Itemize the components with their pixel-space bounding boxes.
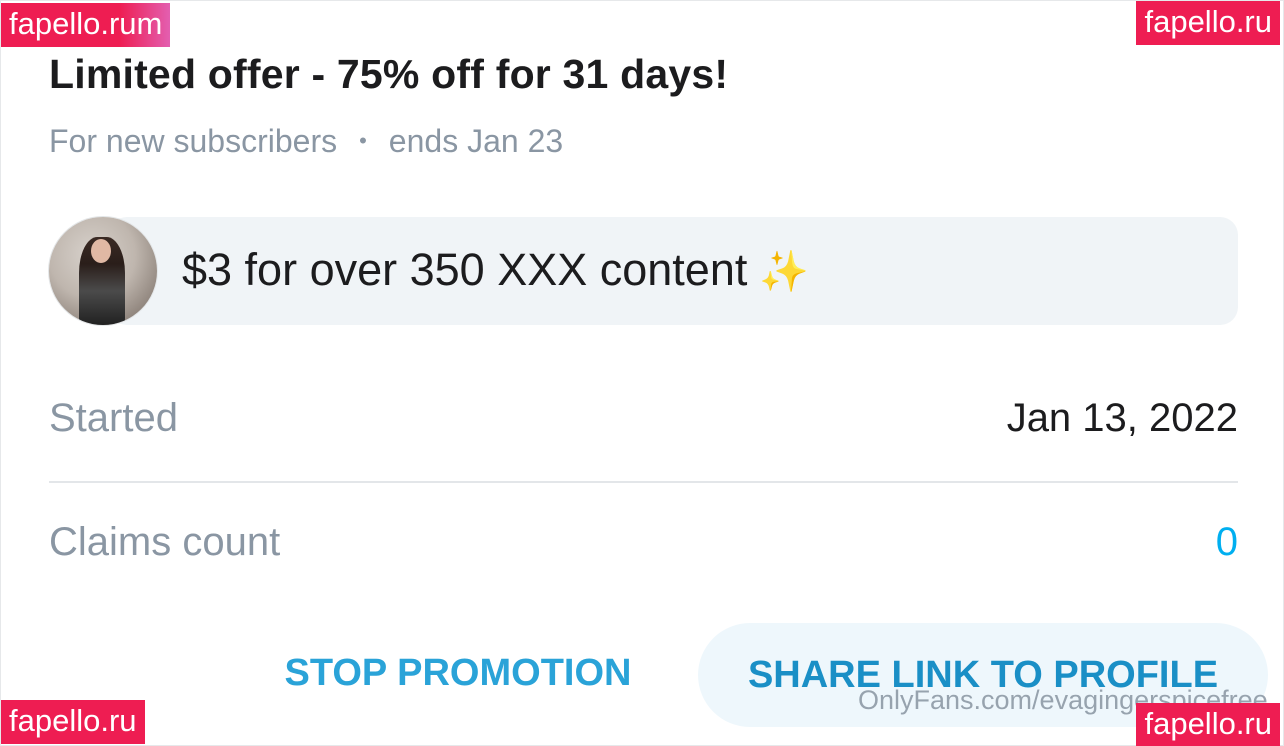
avatar-face [91,239,111,263]
promotion-message: $3 for over 350 XXX content ✨ [49,216,1238,326]
sparkles-icon: ✨ [759,250,810,294]
promotion-card: Limited offer - 75% off for 31 days! For… [0,0,1284,746]
divider [49,481,1238,483]
started-label: Started [49,396,178,440]
claims-value[interactable]: 0 [1216,520,1238,565]
offer-subtitle: For new subscribers • ends Jan 23 [49,123,563,160]
avatar[interactable] [49,217,157,325]
stop-promotion-button[interactable]: STOP PROMOTION [271,623,645,723]
offer-end-date: ends Jan 23 [388,123,564,159]
separator-dot: • [359,128,367,153]
watermark-top-left: fapello.rum [1,3,171,47]
offer-title: Limited offer - 75% off for 31 days! [49,51,729,97]
message-text: $3 for over 350 XXX content [182,244,748,295]
watermark-bottom-left: fapello.ru [1,700,145,744]
watermark-top-right: fapello.ru [1136,1,1280,45]
started-row: Started Jan 13, 2022 [49,396,1238,456]
claims-row: Claims count 0 [49,520,1238,580]
message-text-line: $3 for over 350 XXX content ✨ [182,244,809,296]
watermark-bottom-right: fapello.ru [1136,703,1280,746]
claims-label: Claims count [49,520,281,564]
offer-audience: For new subscribers [49,123,338,159]
started-value: Jan 13, 2022 [1006,396,1238,440]
